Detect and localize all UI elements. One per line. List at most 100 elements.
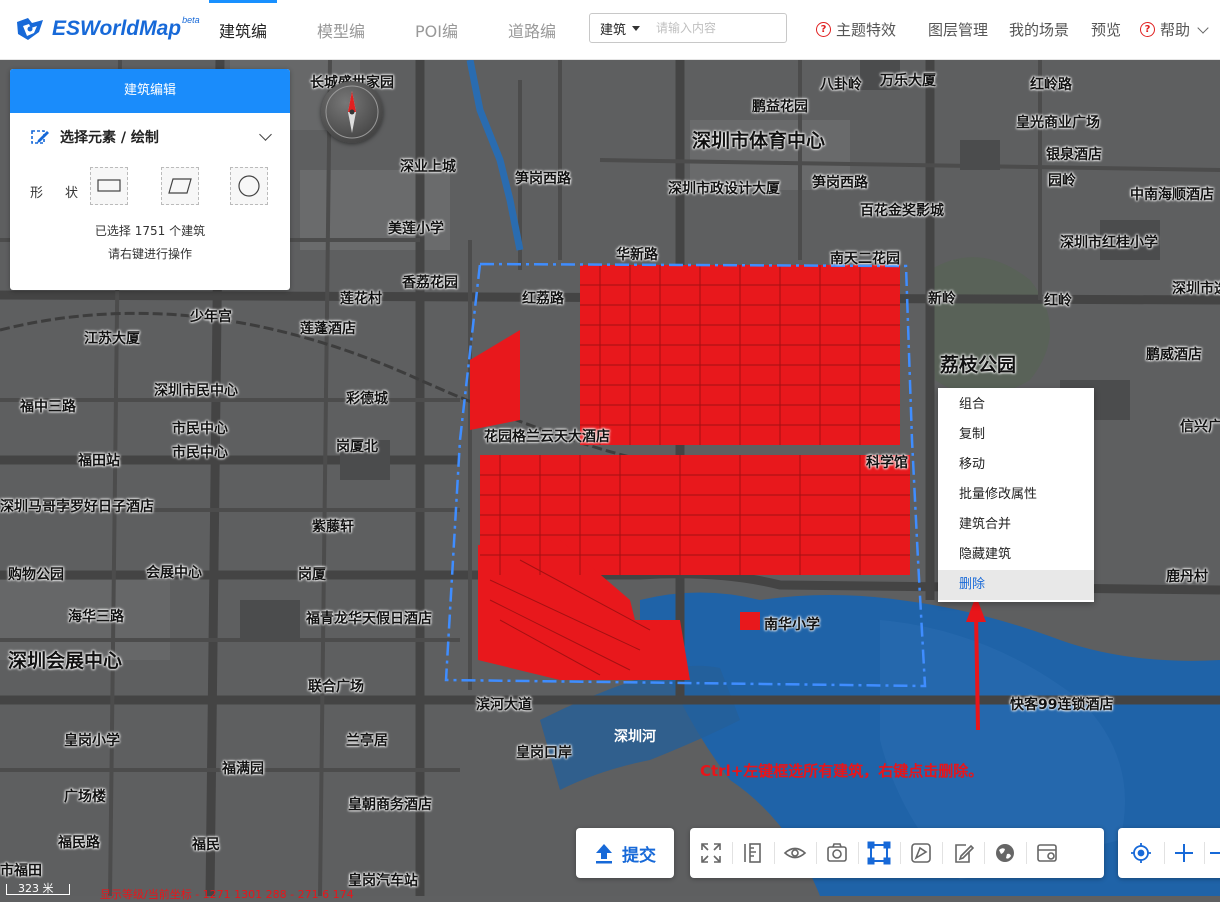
globe-button[interactable] xyxy=(984,828,1026,878)
mode-select[interactable]: 选择元素 / 绘制 xyxy=(30,127,272,147)
globe-icon xyxy=(996,844,1014,862)
menu-item-merge[interactable]: 建筑合并 xyxy=(938,510,1094,540)
map-label: 花园格兰云天大酒店 xyxy=(484,429,610,445)
selected-count: 已选择 1751 个建筑 xyxy=(94,224,206,238)
menu-item-batch-edit[interactable]: 批量修改属性 xyxy=(938,480,1094,510)
map-label: 皇光商业广场 xyxy=(1016,115,1100,131)
chevron-down-icon xyxy=(1197,21,1209,34)
tab-model-edit[interactable]: 模型编 xyxy=(317,18,365,42)
upload-icon xyxy=(596,844,612,864)
search-input[interactable] xyxy=(654,20,769,36)
map-label: 滨河大道 xyxy=(476,697,532,713)
map-label: 深圳市体育中心 xyxy=(692,130,826,152)
map-label: 美莲小学 xyxy=(388,221,444,237)
tab-poi-edit[interactable]: POI编 xyxy=(415,18,458,42)
map-label: 皇岗口岸 xyxy=(516,745,572,761)
map-label: 新岭 xyxy=(928,291,956,307)
compass-icon[interactable] xyxy=(321,81,383,143)
map-label: 购物公园 xyxy=(8,567,64,583)
menu-item-hide[interactable]: 隐藏建筑 xyxy=(938,540,1094,570)
polygon-icon xyxy=(168,178,192,194)
map-label: 银泉酒店 xyxy=(1046,147,1102,163)
menu-item-move[interactable]: 移动 xyxy=(938,450,1094,480)
tab-building-edit[interactable]: 建筑编 xyxy=(208,0,278,42)
map-label: 市福田 xyxy=(0,863,42,879)
compass-needle-icon xyxy=(325,85,379,139)
logo-icon xyxy=(17,18,43,40)
tab-road-edit[interactable]: 道路编 xyxy=(508,18,556,42)
submit-button[interactable]: 提交 xyxy=(576,828,674,878)
menu-item-copy[interactable]: 复制 xyxy=(938,420,1094,450)
ruler-button[interactable] xyxy=(732,828,774,878)
visibility-button[interactable] xyxy=(774,828,816,878)
map-label: 福民路 xyxy=(58,835,100,851)
map-label: 万乐大厦 xyxy=(880,73,936,89)
map-label: 园岭 xyxy=(1048,173,1076,189)
circle-shape-button[interactable] xyxy=(230,167,268,205)
map-label: 兰亭居 xyxy=(346,733,388,749)
box-select-button[interactable] xyxy=(858,828,900,878)
scale-label: 323 米 xyxy=(18,882,54,895)
caret-down-icon xyxy=(632,25,641,31)
map-label: 鹿丹村 xyxy=(1166,569,1208,585)
map-label: 彩德城 xyxy=(346,391,388,407)
status-line: 显示等级/当前坐标 - 1271 1301 288 - 271 6 174 xyxy=(100,888,354,901)
fullscreen-button[interactable] xyxy=(690,828,732,878)
map-label: 中南海顺酒店 xyxy=(1130,187,1214,203)
tool-bar xyxy=(690,828,1104,878)
map-label: 科学馆 xyxy=(866,455,908,471)
search-type-select[interactable]: 建筑 xyxy=(590,19,641,38)
preview-button[interactable]: 预览 xyxy=(1091,19,1121,40)
map-label: 笋岗西路 xyxy=(515,171,571,187)
map-label: 岗厦 xyxy=(298,567,326,583)
map-label: 深圳市民中心 xyxy=(154,383,238,399)
map-label: 深圳市选举日 xyxy=(1172,281,1220,297)
map-label: 百花金奖影城 xyxy=(860,203,944,219)
map-label: 鹏益花园 xyxy=(752,99,808,115)
polygon-edit-button[interactable] xyxy=(900,828,942,878)
my-scenes-button[interactable]: 我的场景 xyxy=(1009,19,1069,40)
map-label: 莲蓬酒店 xyxy=(300,321,356,337)
map-label: 莲花村 xyxy=(340,291,382,307)
map-label: 深圳市政设计大厦 xyxy=(668,181,780,197)
map-label: 香荔花园 xyxy=(402,275,458,291)
locate-button[interactable] xyxy=(1118,828,1164,878)
edit-attributes-button[interactable] xyxy=(942,828,984,878)
map-label: 笋岗西路 xyxy=(812,175,868,191)
map-label: 快客99连锁酒店 xyxy=(1010,697,1114,713)
map-label: 福青龙华天假日酒店 xyxy=(306,611,432,627)
map-label: 福中三路 xyxy=(20,399,76,415)
layer-settings-button[interactable] xyxy=(1026,828,1068,878)
edit-doc-icon xyxy=(955,844,974,863)
theme-effects-button[interactable]: ? 主题特效 xyxy=(816,19,896,40)
menu-item-group[interactable]: 组合 xyxy=(938,390,1094,420)
map-label: 信兴广 xyxy=(1180,419,1220,435)
zoom-out-button[interactable] xyxy=(1204,828,1220,878)
help-label: 帮助 xyxy=(1160,21,1191,39)
app-logo[interactable]: ESWorldMap beta xyxy=(14,14,200,44)
map-label: 少年宫 xyxy=(190,309,232,325)
map-label: 福民 xyxy=(192,837,220,853)
submit-label: 提交 xyxy=(622,845,656,866)
map-label: 八卦岭 xyxy=(820,77,862,93)
map-label: 市民中心 xyxy=(172,445,228,461)
minus-icon xyxy=(1210,852,1220,854)
zoom-in-button[interactable] xyxy=(1164,828,1204,878)
map-label: 荔枝公园 xyxy=(940,354,1017,376)
polygon-shape-button[interactable] xyxy=(161,167,199,205)
ruler-icon xyxy=(744,843,761,863)
menu-item-delete[interactable]: 删除 xyxy=(938,570,1094,600)
box-select-icon xyxy=(867,841,891,865)
map-label: 皇朝商务酒店 xyxy=(348,797,432,813)
polygon-edit-icon xyxy=(911,843,931,863)
rectangle-shape-button[interactable] xyxy=(90,167,128,205)
help-button[interactable]: ? 帮助 xyxy=(1140,19,1209,40)
map-label: 深圳市红桂小学 xyxy=(1060,235,1158,251)
layer-manage-button[interactable]: 图层管理 xyxy=(928,19,988,40)
map-label: 深业上城 xyxy=(400,159,456,175)
context-menu: 组合 复制 移动 批量修改属性 建筑合并 隐藏建筑 删除 xyxy=(938,388,1094,602)
fullscreen-icon xyxy=(701,843,721,863)
map-label: 江苏大厦 xyxy=(84,331,140,347)
screenshot-button[interactable] xyxy=(816,828,858,878)
app-badge: beta xyxy=(182,15,200,25)
